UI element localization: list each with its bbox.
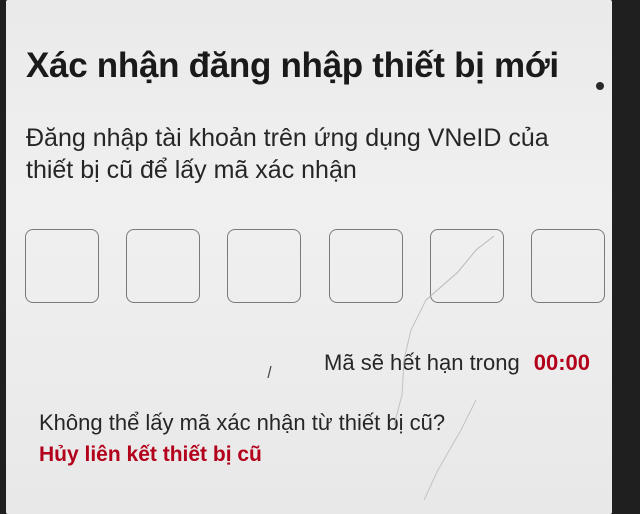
expiry-notice: Mã sẽ hết hạn trong 00:00 — [324, 350, 590, 376]
expiry-label: Mã sẽ hết hạn trong — [324, 350, 520, 375]
instruction-text: Đăng nhập tài khoản trên ứng dụng VNeID … — [26, 124, 549, 184]
camera-dot — [596, 82, 604, 90]
otp-digit-3[interactable] — [227, 229, 302, 303]
otp-input-row — [25, 229, 605, 307]
otp-digit-6[interactable] — [530, 229, 605, 303]
unlink-old-device-link[interactable]: Hủy liên kết thiết bị cũ — [39, 443, 262, 467]
otp-digit-5[interactable] — [429, 229, 504, 303]
otp-digit-4[interactable] — [328, 229, 403, 303]
page-title: Xác nhận đăng nhập thiết bị mới — [26, 46, 559, 85]
help-question: Không thể lấy mã xác nhận từ thiết bị cũ… — [39, 410, 446, 435]
otp-digit-1[interactable] — [25, 229, 99, 303]
expiry-countdown: 00:00 — [533, 350, 590, 375]
otp-digit-2[interactable] — [126, 229, 201, 303]
app-screen: Xác nhận đăng nhập thiết bị mới Đăng nhậ… — [6, 0, 612, 514]
